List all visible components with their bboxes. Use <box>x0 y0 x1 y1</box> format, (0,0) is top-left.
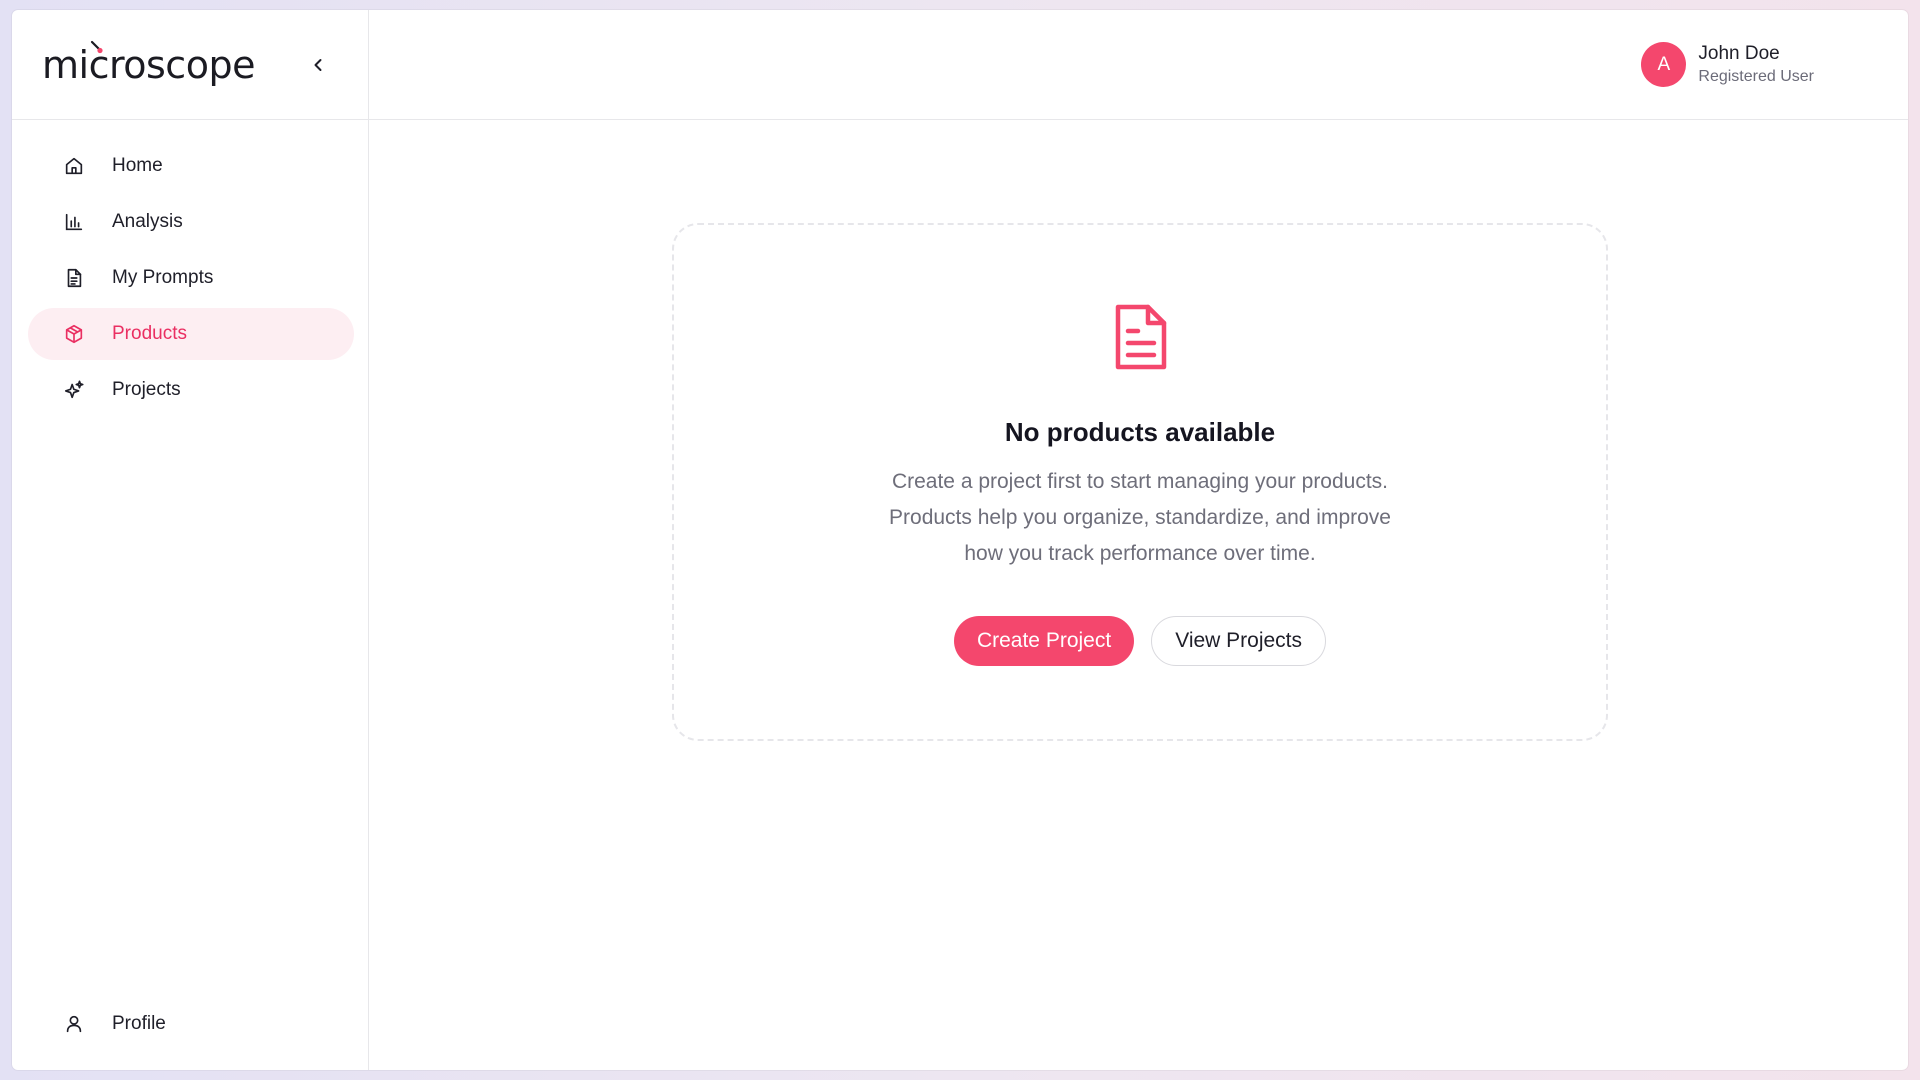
empty-state-description: Create a project first to start managing… <box>860 464 1420 572</box>
description-line: Create a project first to start managing… <box>891 470 1389 493</box>
home-icon <box>62 154 86 178</box>
sidebar-item-label: Home <box>112 155 163 176</box>
app-logo[interactable]: microscope <box>42 40 255 87</box>
avatar[interactable]: A <box>1641 42 1687 87</box>
user-info: John Doe Registered User <box>1698 42 1814 88</box>
view-projects-button[interactable]: View Projects <box>1151 616 1327 666</box>
sidebar-header: microscope <box>12 10 368 120</box>
sidebar-item-home[interactable]: Home <box>28 140 354 192</box>
empty-state-card: No products available Create a project f… <box>672 223 1608 741</box>
user-name: John Doe <box>1698 42 1780 64</box>
sidebar: microscope Home Analysis My Prompts Prod… <box>12 10 369 1070</box>
sidebar-footer: Profile <box>12 998 368 1070</box>
collapse-sidebar-button[interactable] <box>304 51 332 79</box>
sidebar-item-profile[interactable]: Profile <box>28 998 354 1050</box>
user-icon <box>62 1012 86 1036</box>
app-window: microscope Home Analysis My Prompts Prod… <box>12 10 1908 1070</box>
sidebar-item-label: Analysis <box>112 211 183 232</box>
logo-mark-icon <box>90 40 103 53</box>
sidebar-item-my-prompts[interactable]: My Prompts <box>28 252 354 304</box>
logo-text: microscope <box>42 42 255 87</box>
empty-state-actions: Create Project View Projects <box>953 616 1327 666</box>
sidebar-item-label: My Prompts <box>112 267 214 288</box>
document-icon <box>1115 304 1167 370</box>
sidebar-item-products[interactable]: Products <box>28 308 354 360</box>
sidebar-item-label: Profile <box>112 1013 166 1034</box>
description-line: how you track performance over time. <box>964 542 1316 565</box>
empty-state-title: No products available <box>1004 417 1276 447</box>
sparkles-icon <box>62 378 86 402</box>
sidebar-item-projects[interactable]: Projects <box>28 364 354 416</box>
create-project-button[interactable]: Create Project <box>953 616 1135 666</box>
sidebar-item-label: Projects <box>112 379 181 400</box>
main-area: A John Doe Registered User No products a… <box>369 10 1908 1070</box>
user-menu[interactable]: A John Doe Registered User <box>1641 42 1814 88</box>
chevron-left-icon <box>314 58 322 71</box>
sidebar-item-label: Products <box>112 323 187 344</box>
sidebar-item-analysis[interactable]: Analysis <box>28 196 354 248</box>
page-content: No products available Create a project f… <box>369 120 1908 1070</box>
sidebar-nav: Home Analysis My Prompts Products Projec… <box>12 120 368 416</box>
box-icon <box>62 322 86 346</box>
user-role: Registered User <box>1698 67 1814 85</box>
document-icon <box>62 266 86 290</box>
bar-chart-icon <box>62 210 86 234</box>
top-bar: A John Doe Registered User <box>369 10 1908 120</box>
description-line: Products help you organize, standardize,… <box>889 506 1391 529</box>
